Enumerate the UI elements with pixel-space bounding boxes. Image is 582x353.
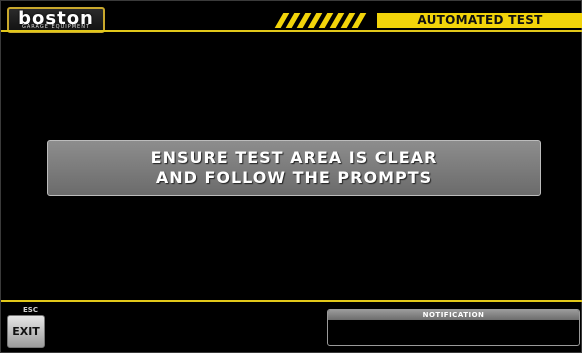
notification-text bbox=[328, 320, 579, 324]
header-divider bbox=[1, 30, 582, 32]
instruction-message-box: ENSURE TEST AREA IS CLEAR AND FOLLOW THE… bbox=[47, 140, 541, 196]
hazard-stripes bbox=[269, 13, 369, 28]
exit-button[interactable]: EXIT bbox=[7, 315, 45, 348]
notification-title: NOTIFICATION bbox=[328, 310, 579, 320]
esc-key-label: ESC bbox=[23, 306, 38, 314]
instruction-line-1: ENSURE TEST AREA IS CLEAR bbox=[150, 148, 438, 167]
footer-divider bbox=[1, 300, 582, 302]
instruction-line-2: AND FOLLOW THE PROMPTS bbox=[155, 168, 433, 187]
notification-panel: NOTIFICATION bbox=[327, 309, 580, 346]
mode-title: AUTOMATED TEST bbox=[377, 13, 582, 28]
app-screen: boston GARAGE EQUIPMENT AUTOMATED TEST E… bbox=[0, 0, 582, 353]
